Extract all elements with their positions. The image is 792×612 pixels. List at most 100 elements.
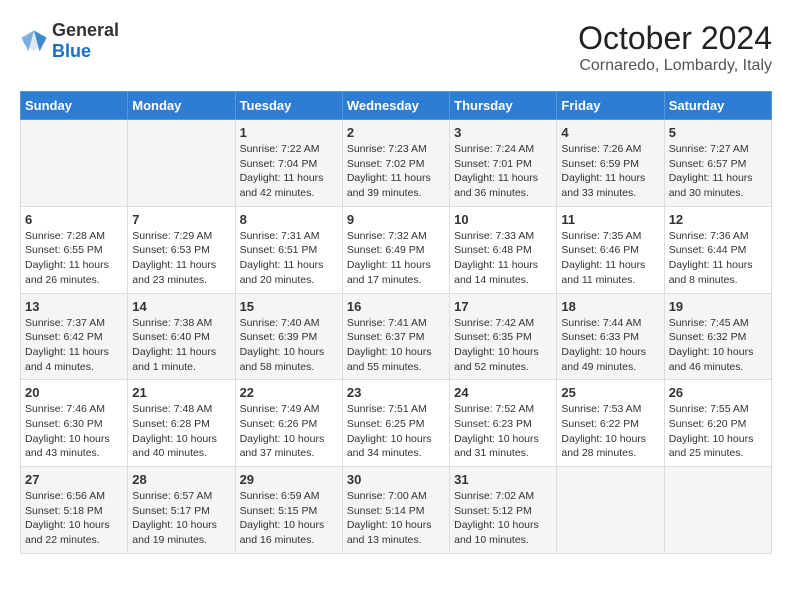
day-number: 30 [347,472,445,487]
day-number: 18 [561,299,659,314]
calendar-cell: 10 Sunrise: 7:33 AM Sunset: 6:48 PM Dayli… [450,206,557,293]
day-number: 17 [454,299,552,314]
calendar-cell: 24 Sunrise: 7:52 AM Sunset: 6:23 PM Dayli… [450,380,557,467]
day-details: Sunrise: 7:44 AM Sunset: 6:33 PM Dayligh… [561,316,659,375]
day-details: Sunrise: 7:51 AM Sunset: 6:25 PM Dayligh… [347,402,445,461]
day-details: Sunrise: 7:48 AM Sunset: 6:28 PM Dayligh… [132,402,230,461]
calendar-cell: 30Sunrise: 7:00 AM Sunset: 5:14 PM Dayli… [342,467,449,554]
day-details: Sunrise: 7:42 AM Sunset: 6:35 PM Dayligh… [454,316,552,375]
day-number: 24 [454,385,552,400]
day-details: Sunrise: 6:59 AM Sunset: 5:15 PM Dayligh… [240,489,338,548]
month-title: October 2024 [578,20,772,57]
calendar-cell [128,120,235,207]
day-of-week-header: Monday [128,92,235,120]
day-details: Sunrise: 7:22 AM Sunset: 7:04 PM Dayligh… [240,142,338,201]
day-details: Sunrise: 7:33 AM Sunset: 6:48 PM Dayligh… [454,229,552,288]
day-of-week-header: Sunday [21,92,128,120]
logo-blue: Blue [52,41,91,61]
day-details: Sunrise: 7:40 AM Sunset: 6:39 PM Dayligh… [240,316,338,375]
day-number: 6 [25,212,123,227]
day-number: 2 [347,125,445,140]
calendar-cell: 26 Sunrise: 7:55 AM Sunset: 6:20 PM Dayli… [664,380,771,467]
calendar-header-row: SundayMondayTuesdayWednesdayThursdayFrid… [21,92,772,120]
calendar-cell: 22 Sunrise: 7:49 AM Sunset: 6:26 PM Dayli… [235,380,342,467]
calendar-cell: 18 Sunrise: 7:44 AM Sunset: 6:33 PM Dayli… [557,293,664,380]
calendar-cell: 7 Sunrise: 7:29 AM Sunset: 6:53 PM Daylig… [128,206,235,293]
day-number: 16 [347,299,445,314]
calendar-week-row: 13Sunrise: 7:37 AM Sunset: 6:42 PM Dayli… [21,293,772,380]
day-number: 25 [561,385,659,400]
calendar-cell: 15 Sunrise: 7:40 AM Sunset: 6:39 PM Dayli… [235,293,342,380]
calendar-cell: 3 Sunrise: 7:24 AM Sunset: 7:01 PM Daylig… [450,120,557,207]
day-details: Sunrise: 6:57 AM Sunset: 5:17 PM Dayligh… [132,489,230,548]
day-details: Sunrise: 7:38 AM Sunset: 6:40 PM Dayligh… [132,316,230,375]
day-number: 29 [240,472,338,487]
calendar-cell: 5Sunrise: 7:27 AM Sunset: 6:57 PM Daylig… [664,120,771,207]
day-details: Sunrise: 7:45 AM Sunset: 6:32 PM Dayligh… [669,316,767,375]
calendar-cell: 23 Sunrise: 7:51 AM Sunset: 6:25 PM Dayli… [342,380,449,467]
location-title: Cornaredo, Lombardy, Italy [578,57,772,75]
day-of-week-header: Wednesday [342,92,449,120]
day-details: Sunrise: 7:46 AM Sunset: 6:30 PM Dayligh… [25,402,123,461]
day-of-week-header: Friday [557,92,664,120]
day-details: Sunrise: 7:52 AM Sunset: 6:23 PM Dayligh… [454,402,552,461]
day-of-week-header: Tuesday [235,92,342,120]
logo: General Blue [20,20,119,62]
day-number: 14 [132,299,230,314]
calendar-cell: 11Sunrise: 7:35 AM Sunset: 6:46 PM Dayli… [557,206,664,293]
calendar-cell: 8 Sunrise: 7:31 AM Sunset: 6:51 PM Daylig… [235,206,342,293]
day-number: 26 [669,385,767,400]
day-details: Sunrise: 7:29 AM Sunset: 6:53 PM Dayligh… [132,229,230,288]
calendar-table: SundayMondayTuesdayWednesdayThursdayFrid… [20,91,772,554]
day-number: 22 [240,385,338,400]
day-number: 12 [669,212,767,227]
day-number: 28 [132,472,230,487]
day-details: Sunrise: 7:41 AM Sunset: 6:37 PM Dayligh… [347,316,445,375]
calendar-cell: 13Sunrise: 7:37 AM Sunset: 6:42 PM Dayli… [21,293,128,380]
logo-general: General [52,20,119,40]
day-number: 4 [561,125,659,140]
calendar-cell: 21Sunrise: 7:48 AM Sunset: 6:28 PM Dayli… [128,380,235,467]
calendar-cell: 9Sunrise: 7:32 AM Sunset: 6:49 PM Daylig… [342,206,449,293]
day-details: Sunrise: 7:49 AM Sunset: 6:26 PM Dayligh… [240,402,338,461]
day-details: Sunrise: 7:02 AM Sunset: 5:12 PM Dayligh… [454,489,552,548]
page-header: General Blue October 2024 Cornaredo, Lom… [20,20,772,75]
day-number: 1 [240,125,338,140]
calendar-cell: 4Sunrise: 7:26 AM Sunset: 6:59 PM Daylig… [557,120,664,207]
day-details: Sunrise: 6:56 AM Sunset: 5:18 PM Dayligh… [25,489,123,548]
calendar-week-row: 1 Sunrise: 7:22 AM Sunset: 7:04 PM Daylig… [21,120,772,207]
day-details: Sunrise: 7:23 AM Sunset: 7:02 PM Dayligh… [347,142,445,201]
calendar-cell [557,467,664,554]
calendar-cell: 27Sunrise: 6:56 AM Sunset: 5:18 PM Dayli… [21,467,128,554]
day-details: Sunrise: 7:31 AM Sunset: 6:51 PM Dayligh… [240,229,338,288]
day-of-week-header: Saturday [664,92,771,120]
day-details: Sunrise: 7:37 AM Sunset: 6:42 PM Dayligh… [25,316,123,375]
calendar-cell: 1 Sunrise: 7:22 AM Sunset: 7:04 PM Daylig… [235,120,342,207]
day-number: 10 [454,212,552,227]
day-number: 5 [669,125,767,140]
calendar-cell: 2 Sunrise: 7:23 AM Sunset: 7:02 PM Daylig… [342,120,449,207]
day-details: Sunrise: 7:24 AM Sunset: 7:01 PM Dayligh… [454,142,552,201]
calendar-cell: 14 Sunrise: 7:38 AM Sunset: 6:40 PM Dayli… [128,293,235,380]
day-number: 31 [454,472,552,487]
calendar-cell: 16 Sunrise: 7:41 AM Sunset: 6:37 PM Dayli… [342,293,449,380]
day-number: 8 [240,212,338,227]
day-number: 20 [25,385,123,400]
calendar-cell: 19 Sunrise: 7:45 AM Sunset: 6:32 PM Dayli… [664,293,771,380]
day-number: 19 [669,299,767,314]
calendar-cell: 28 Sunrise: 6:57 AM Sunset: 5:17 PM Dayli… [128,467,235,554]
day-number: 23 [347,385,445,400]
day-number: 7 [132,212,230,227]
calendar-cell: 25Sunrise: 7:53 AM Sunset: 6:22 PM Dayli… [557,380,664,467]
title-block: October 2024 Cornaredo, Lombardy, Italy [578,20,772,75]
calendar-cell: 12 Sunrise: 7:36 AM Sunset: 6:44 PM Dayli… [664,206,771,293]
calendar-cell [21,120,128,207]
calendar-cell: 17 Sunrise: 7:42 AM Sunset: 6:35 PM Dayli… [450,293,557,380]
day-of-week-header: Thursday [450,92,557,120]
day-number: 3 [454,125,552,140]
day-details: Sunrise: 7:36 AM Sunset: 6:44 PM Dayligh… [669,229,767,288]
day-details: Sunrise: 7:55 AM Sunset: 6:20 PM Dayligh… [669,402,767,461]
calendar-week-row: 20 Sunrise: 7:46 AM Sunset: 6:30 PM Dayli… [21,380,772,467]
logo-text: General Blue [52,20,119,62]
day-number: 15 [240,299,338,314]
